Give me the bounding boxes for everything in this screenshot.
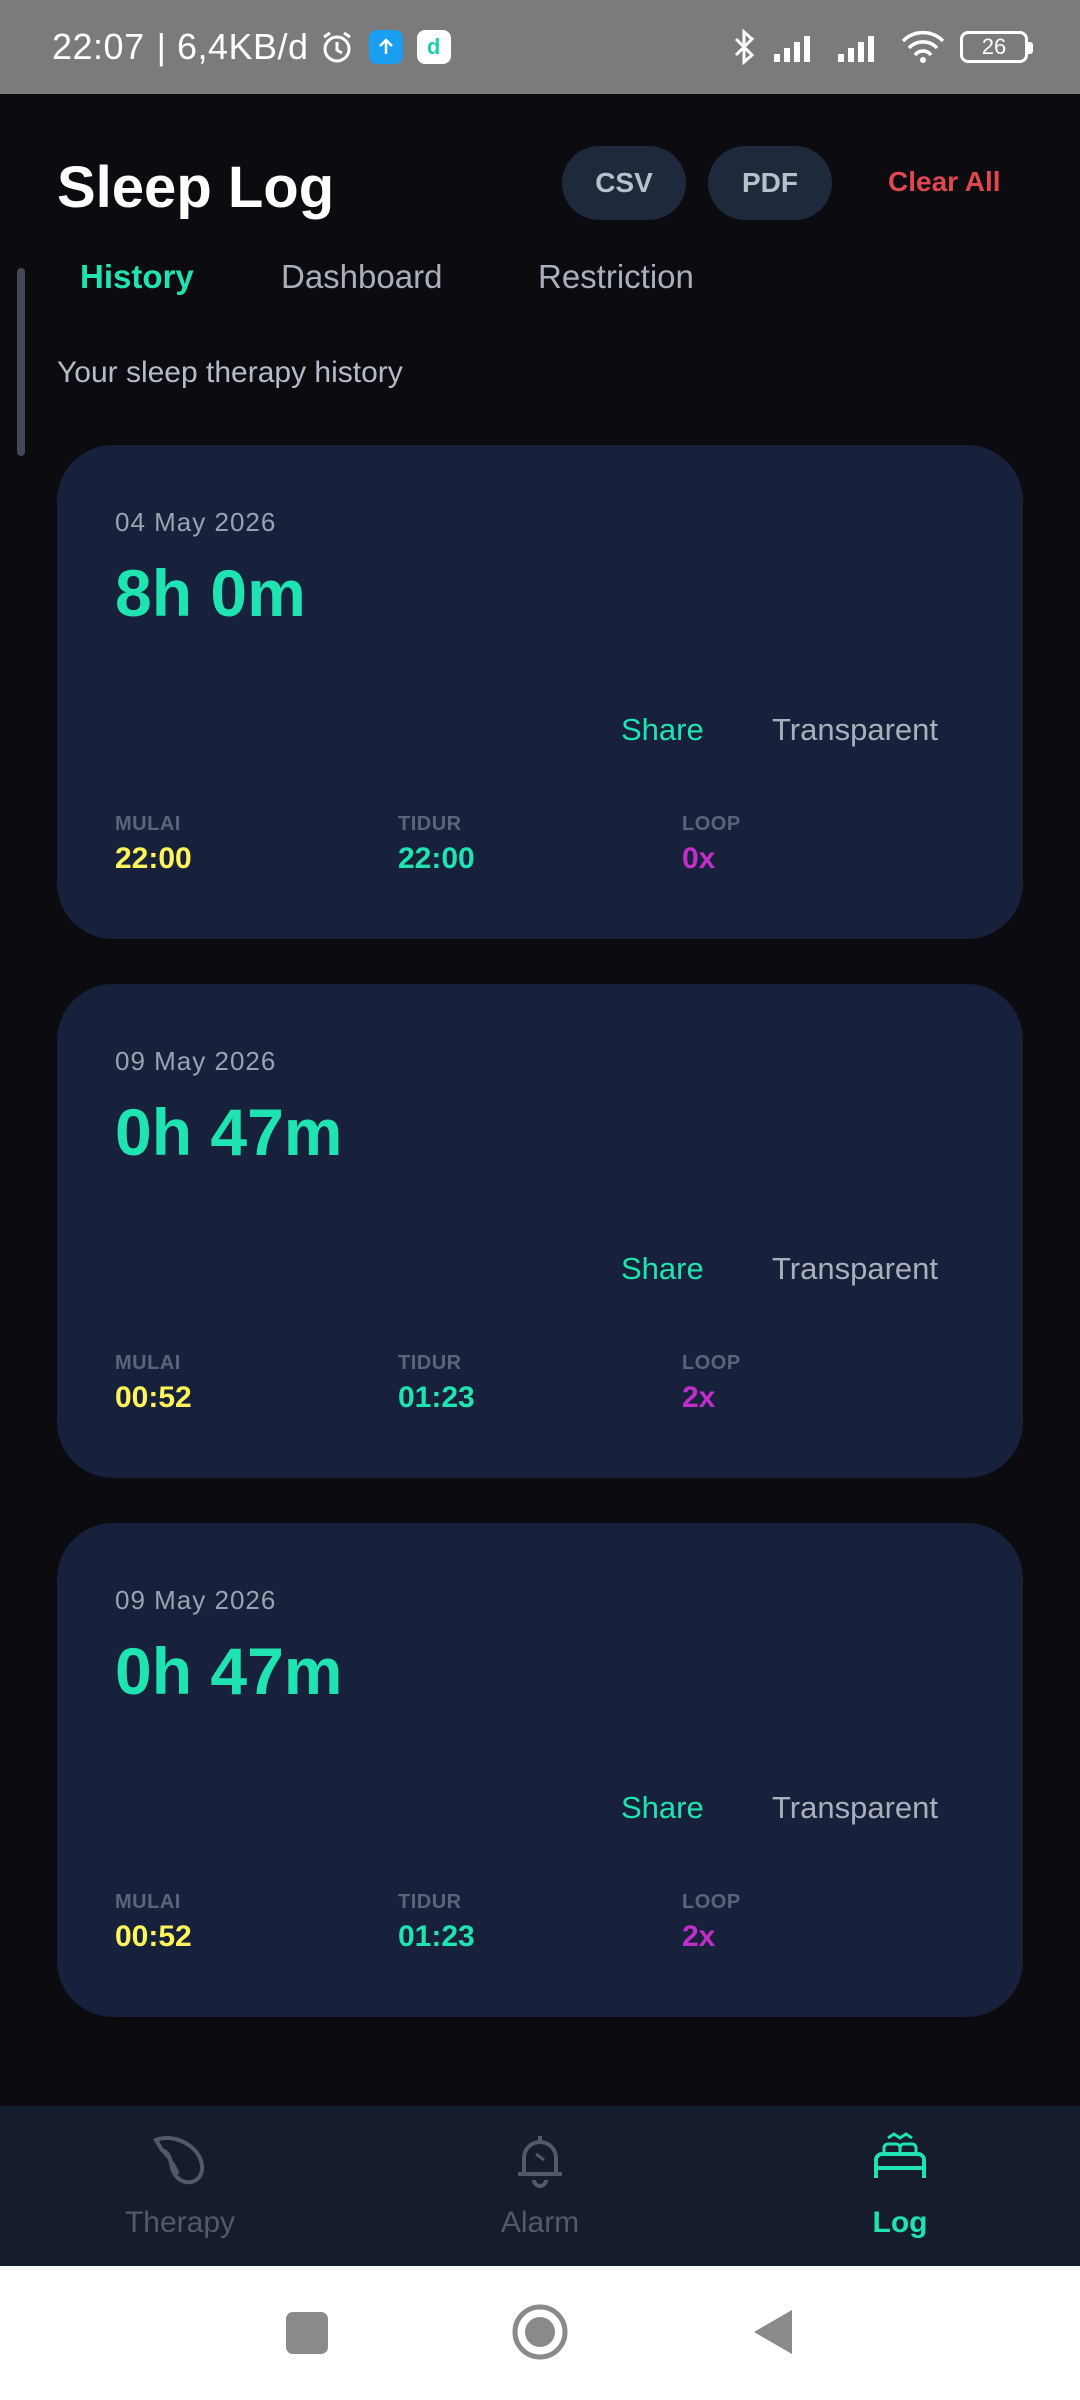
- sleep-log-card[interactable]: 04 May 2026 8h 0m Share Transparent MULA…: [57, 445, 1023, 939]
- loop-label: LOOP: [682, 1891, 741, 1913]
- wifi-icon: [901, 30, 945, 63]
- loop-value: 2x: [682, 1920, 716, 1953]
- loop-value: 2x: [682, 1381, 716, 1414]
- home-button-icon[interactable]: [510, 2302, 570, 2362]
- leaf-icon: [153, 2136, 205, 2185]
- sleep-value: 01:23: [398, 1381, 475, 1414]
- tab-history[interactable]: History: [80, 258, 194, 296]
- nav-log-label: Log: [872, 2206, 928, 2239]
- nav-alarm[interactable]: Alarm: [360, 2106, 720, 2266]
- start-value: 22:00: [115, 842, 192, 875]
- bell-icon: [518, 2136, 562, 2188]
- page-title: Sleep Log: [57, 155, 335, 220]
- loop-stat: LOOP 2x: [682, 1352, 741, 1415]
- clear-all-button[interactable]: Clear All: [888, 166, 1001, 198]
- share-button[interactable]: Share: [621, 712, 704, 748]
- sleep-value: 01:23: [398, 1920, 475, 1953]
- start-value: 00:52: [115, 1381, 192, 1414]
- status-time: 22:07: [52, 26, 145, 67]
- page-subtitle: Your sleep therapy history: [57, 356, 403, 389]
- bluetooth-icon: [734, 29, 755, 65]
- sleep-value: 22:00: [398, 842, 475, 875]
- nav-alarm-label: Alarm: [500, 2206, 580, 2239]
- loop-stat: LOOP 0x: [682, 813, 741, 876]
- status-network-speed: | 6,4KB/d: [156, 26, 309, 67]
- card-date: 04 May 2026: [115, 507, 277, 537]
- signal-icon: [774, 36, 810, 62]
- pdf-export-button[interactable]: PDF: [708, 146, 832, 220]
- sleep-stat: TIDUR 01:23: [398, 1352, 475, 1415]
- card-date: 09 May 2026: [115, 1585, 277, 1615]
- sleep-label: TIDUR: [398, 1891, 462, 1913]
- loop-label: LOOP: [682, 813, 741, 835]
- start-stat: MULAI 00:52: [115, 1352, 192, 1415]
- app-header: Sleep Log CSV PDF Clear All: [0, 94, 1080, 274]
- battery-icon: 26: [960, 31, 1033, 63]
- card-duration: 0h 47m: [115, 1634, 343, 1708]
- tab-restriction[interactable]: Restriction: [538, 258, 694, 296]
- signal-icon: [838, 36, 874, 62]
- transparent-share-button[interactable]: Transparent: [772, 1790, 938, 1826]
- sleep-label: TIDUR: [398, 813, 462, 835]
- start-label: MULAI: [115, 813, 181, 835]
- sleep-stat: TIDUR 01:23: [398, 1891, 475, 1954]
- start-stat: MULAI 22:00: [115, 813, 192, 876]
- alarm-clock-icon: [322, 31, 351, 63]
- start-label: MULAI: [115, 1891, 181, 1913]
- recents-button-icon[interactable]: [284, 2302, 330, 2362]
- transparent-share-button[interactable]: Transparent: [772, 712, 938, 748]
- tab-dashboard[interactable]: Dashboard: [281, 258, 442, 296]
- bed-icon: [874, 2132, 926, 2178]
- tab-bar: History Dashboard Restriction: [0, 258, 1080, 308]
- share-button[interactable]: Share: [621, 1790, 704, 1826]
- csv-export-button[interactable]: CSV: [562, 146, 686, 220]
- loop-label: LOOP: [682, 1352, 741, 1374]
- upload-app-icon: [368, 30, 403, 64]
- transparent-share-button[interactable]: Transparent: [772, 1251, 938, 1287]
- share-button[interactable]: Share: [621, 1251, 704, 1287]
- nav-therapy[interactable]: Therapy: [0, 2106, 360, 2266]
- start-value: 00:52: [115, 1920, 192, 1953]
- card-duration: 8h 0m: [115, 556, 306, 630]
- system-navigation-bar: [0, 2266, 1080, 2400]
- sleep-stat: TIDUR 22:00: [398, 813, 475, 876]
- nav-log[interactable]: Log: [720, 2106, 1080, 2266]
- sleep-log-card[interactable]: 09 May 2026 0h 47m Share Transparent MUL…: [57, 1523, 1023, 2017]
- sleep-log-card[interactable]: 09 May 2026 0h 47m Share Transparent MUL…: [57, 984, 1023, 1478]
- loop-stat: LOOP 2x: [682, 1891, 741, 1954]
- start-label: MULAI: [115, 1352, 181, 1374]
- card-date: 09 May 2026: [115, 1046, 277, 1076]
- loop-value: 0x: [682, 842, 716, 875]
- sleep-label: TIDUR: [398, 1352, 462, 1374]
- start-stat: MULAI 00:52: [115, 1891, 192, 1954]
- status-bar: 22:07 | 6,4KB/d d 26: [0, 0, 1080, 94]
- card-duration: 0h 47m: [115, 1095, 343, 1169]
- bottom-navigation: Therapy Alarm Log: [0, 2106, 1080, 2266]
- nav-therapy-label: Therapy: [124, 2206, 236, 2239]
- d-app-icon: d: [416, 30, 451, 64]
- back-button-icon[interactable]: [748, 2302, 798, 2362]
